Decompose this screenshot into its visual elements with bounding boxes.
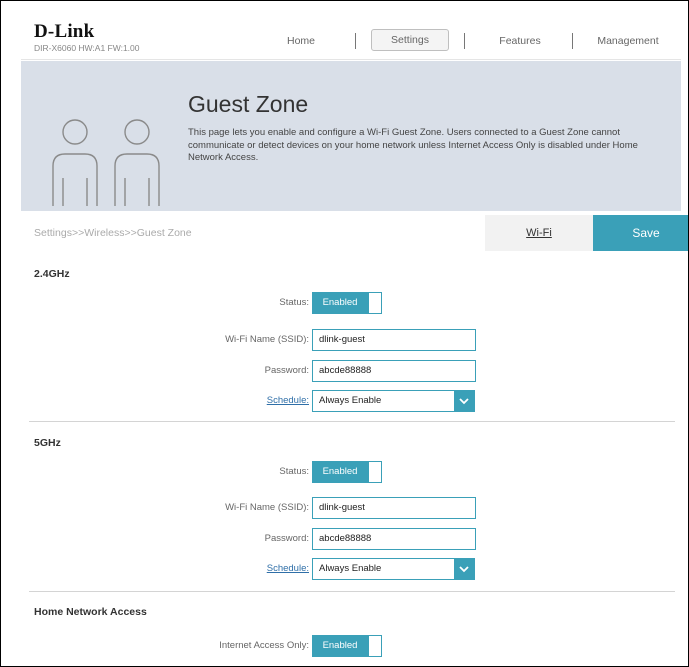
status-toggle-24ghz[interactable]: Enabled bbox=[312, 292, 382, 314]
schedule-link[interactable]: Schedule: bbox=[267, 395, 309, 406]
schedule-row-24ghz: Schedule: Always Enable bbox=[21, 390, 681, 412]
nav-separator bbox=[355, 33, 356, 49]
schedule-select-5ghz[interactable]: Always Enable bbox=[312, 558, 475, 580]
schedule-value: Always Enable bbox=[319, 563, 382, 574]
nav-separator bbox=[464, 33, 465, 49]
top-header: D-Link DIR-X6060 HW:A1 FW:1.00 Home Sett… bbox=[21, 19, 681, 60]
ssid-input-5ghz[interactable]: dlink-guest bbox=[312, 497, 476, 519]
section-title-5ghz: 5GHz bbox=[34, 437, 61, 449]
toggle-state: Enabled bbox=[312, 292, 368, 314]
status-toggle-5ghz[interactable]: Enabled bbox=[312, 461, 382, 483]
password-input-24ghz[interactable]: abcde88888 bbox=[312, 360, 476, 382]
schedule-row-5ghz: Schedule: Always Enable bbox=[21, 558, 681, 580]
guest-users-icon bbox=[52, 119, 160, 206]
status-row-24ghz: Status: Enabled bbox=[21, 292, 681, 314]
toggle-state: Enabled bbox=[312, 461, 368, 483]
wifi-link[interactable]: Wi-Fi bbox=[485, 215, 593, 251]
schedule-link[interactable]: Schedule: bbox=[267, 563, 309, 574]
nav-management[interactable]: Management bbox=[587, 31, 669, 51]
section-title-24ghz: 2.4GHz bbox=[34, 268, 70, 280]
breadcrumb: Settings>>Wireless>>Guest Zone bbox=[34, 227, 192, 239]
schedule-select-24ghz[interactable]: Always Enable bbox=[312, 390, 475, 412]
section-divider bbox=[29, 591, 675, 592]
status-label: Status: bbox=[279, 297, 309, 308]
toggle-state: Enabled bbox=[312, 635, 368, 657]
password-input-5ghz[interactable]: abcde88888 bbox=[312, 528, 476, 550]
section-divider bbox=[29, 421, 675, 422]
nav-separator bbox=[572, 33, 573, 49]
page-description: This page lets you enable and configure … bbox=[188, 127, 638, 163]
save-button[interactable]: Save bbox=[593, 215, 688, 251]
toggle-knob bbox=[368, 461, 382, 483]
password-row-24ghz: Password: abcde88888 bbox=[21, 360, 681, 382]
router-page: D-Link DIR-X6060 HW:A1 FW:1.00 Home Sett… bbox=[0, 0, 689, 667]
toggle-knob bbox=[368, 292, 382, 314]
chevron-down-icon[interactable] bbox=[454, 559, 474, 579]
ssid-row-24ghz: Wi-Fi Name (SSID): dlink-guest bbox=[21, 329, 681, 351]
ssid-input-24ghz[interactable]: dlink-guest bbox=[312, 329, 476, 351]
password-label: Password: bbox=[264, 533, 309, 544]
internet-only-row: Internet Access Only: Enabled bbox=[21, 635, 681, 657]
password-row-5ghz: Password: abcde88888 bbox=[21, 528, 681, 550]
status-label: Status: bbox=[279, 466, 309, 477]
internet-only-label: Internet Access Only: bbox=[219, 640, 309, 651]
ssid-row-5ghz: Wi-Fi Name (SSID): dlink-guest bbox=[21, 497, 681, 519]
section-title-home-network: Home Network Access bbox=[34, 606, 147, 618]
internet-only-toggle[interactable]: Enabled bbox=[312, 635, 382, 657]
main-nav: Home Settings Features Management bbox=[21, 29, 681, 51]
nav-features[interactable]: Features bbox=[481, 31, 559, 51]
page-title: Guest Zone bbox=[188, 91, 309, 117]
toggle-knob bbox=[368, 635, 382, 657]
status-row-5ghz: Status: Enabled bbox=[21, 461, 681, 483]
page-banner: Guest Zone This page lets you enable and… bbox=[21, 61, 681, 211]
chevron-down-icon[interactable] bbox=[454, 391, 474, 411]
ssid-label: Wi-Fi Name (SSID): bbox=[225, 334, 309, 345]
nav-settings[interactable]: Settings bbox=[371, 29, 449, 51]
breadcrumb-bar: Settings>>Wireless>>Guest Zone Wi-Fi Sav… bbox=[21, 215, 688, 252]
schedule-value: Always Enable bbox=[319, 395, 382, 406]
nav-home[interactable]: Home bbox=[271, 31, 331, 51]
ssid-label: Wi-Fi Name (SSID): bbox=[225, 502, 309, 513]
password-label: Password: bbox=[264, 365, 309, 376]
settings-content: 2.4GHz Status: Enabled Wi-Fi Name (SSID)… bbox=[21, 251, 681, 666]
